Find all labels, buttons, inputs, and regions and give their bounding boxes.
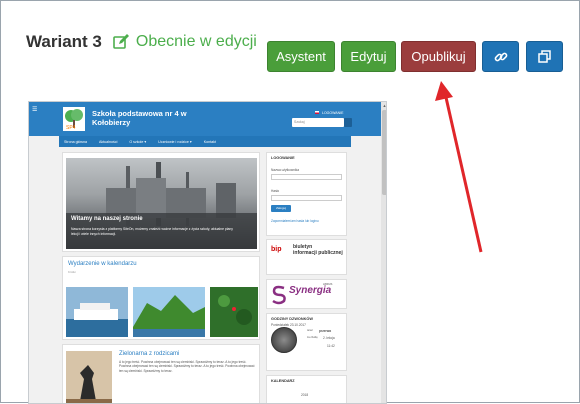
chess-image	[66, 351, 112, 403]
site-header: ☰ SP4 Szkoła podstawowa nr 4 w Kołobierz…	[29, 102, 381, 136]
bell-panel-title: GODZINY DZWONKÓW	[271, 317, 313, 321]
nav-item[interactable]: Strona główna	[64, 140, 87, 144]
annotation-arrow-icon	[435, 81, 483, 253]
scroll-up-arrow-icon[interactable]: ▲	[382, 103, 386, 108]
island-image	[133, 287, 205, 337]
news-text: A to jego treść. Powinna obejmować ten s…	[119, 360, 255, 373]
news-panel: Zielonarna z rodzicami A to jego treść. …	[62, 344, 260, 403]
nav-item[interactable]: Kontakt	[204, 140, 216, 144]
calendar-year: 2018	[301, 393, 309, 397]
publish-button-label: Opublikuj	[411, 49, 466, 64]
bip-text: biuletyn informacji publicznej	[293, 244, 343, 256]
bell-lesson-label: za chwilę	[307, 336, 318, 339]
bell-now: przerwa	[319, 329, 332, 333]
scroll-thumb[interactable]	[382, 110, 386, 195]
hero-text: Nasza strona korzysta z platformy SiteOn…	[71, 227, 233, 236]
school-logo-tree-icon: SP4	[63, 107, 85, 131]
forgot-password-link[interactable]: Zapomniałem/am hasła lub loginu	[271, 219, 319, 223]
calendar-event-title[interactable]: Wydarzenie w kalendarzu	[68, 261, 137, 267]
login-link[interactable]: LOGOWANIE	[322, 111, 343, 115]
calendar-panel-title: KALENDARZ	[271, 379, 295, 383]
nav-item[interactable]: Aktualności	[99, 140, 117, 144]
bip-text-line2: informacji publicznej	[293, 250, 343, 256]
hero-panel: Witamy na naszej stronie Nasza strona ko…	[62, 152, 260, 252]
site-search-input[interactable]: Szukaj	[292, 118, 344, 127]
username-label: Nazwa użytkownika	[271, 168, 299, 172]
bell-date: Poniedziałek 23.10.2017	[271, 323, 306, 327]
bell-now-label: teraz	[307, 329, 313, 332]
edit-button-label: Edytuj	[350, 49, 387, 64]
edit-button[interactable]: Edytuj	[341, 41, 396, 72]
login-panel: LOGOWANIE Nazwa użytkownika Hasło Zalogu…	[266, 152, 347, 236]
nav-item[interactable]: O szkole ▾	[129, 140, 146, 144]
edit-icon	[113, 34, 129, 49]
svg-text:SP4: SP4	[66, 125, 76, 131]
synergia-logo-icon	[272, 285, 286, 305]
preview-scrollbar[interactable]: ▲	[381, 102, 386, 403]
hero-image: Witamy na naszej stronie Nasza strona ko…	[66, 158, 257, 249]
login-button[interactable]: Zaloguj	[271, 205, 291, 212]
map-image	[210, 287, 258, 337]
news-title[interactable]: Zielonarna z rodzicami	[119, 351, 179, 357]
editor-frame: Wariant 3 Obecnie w edycji Asystent Edyt…	[0, 0, 580, 404]
status-text: Obecnie w edycji	[135, 33, 257, 50]
assistant-button[interactable]: Asystent	[267, 41, 335, 72]
search-icon[interactable]	[344, 118, 352, 127]
website-preview[interactable]: ☰ SP4 Szkoła podstawowa nr 4 w Kołobierz…	[28, 101, 387, 404]
calendar-event-panel: Wydarzenie w kalendarzu Krótki	[62, 256, 260, 340]
variant-title: Wariant 3	[26, 32, 102, 51]
link-icon	[494, 52, 507, 61]
synergia-text: Synergia	[289, 285, 332, 296]
menu-icon[interactable]: ☰	[32, 106, 37, 113]
calendar-panel: KALENDARZ 2018	[266, 375, 347, 403]
status-indicator: Obecnie w edycji	[113, 33, 257, 51]
bell-time: 11:42	[327, 344, 335, 348]
password-label: Hasło	[271, 189, 280, 193]
bip-logo-icon: bip	[271, 246, 282, 253]
bell-lesson: 2. lekcja	[323, 336, 335, 340]
bip-banner[interactable]: bip biuletyn informacji publicznej	[266, 239, 347, 275]
site-nav: Strona główna Aktualności O szkole ▾ Ucz…	[59, 136, 351, 147]
copy-icon	[538, 50, 551, 63]
password-input[interactable]	[271, 195, 342, 201]
copy-button[interactable]	[526, 41, 563, 72]
clock-icon	[271, 327, 297, 353]
flag-pl-icon[interactable]	[315, 111, 319, 114]
nav-item[interactable]: Uczniowie i rodzice ▾	[158, 140, 192, 144]
bell-panel: GODZINY DZWONKÓW Poniedziałek 23.10.2017…	[266, 313, 347, 371]
username-input[interactable]	[271, 174, 342, 180]
hero-title: Witamy na naszej stronie	[71, 216, 143, 222]
assistant-button-label: Asystent	[276, 49, 326, 64]
calendar-event-sub: Krótki	[68, 270, 76, 274]
login-panel-title: LOGOWANIE	[271, 156, 295, 160]
publish-button[interactable]: Opublikuj	[401, 41, 476, 72]
link-button[interactable]	[482, 41, 519, 72]
ship-image	[66, 287, 128, 337]
header: Wariant 3 Obecnie w edycji	[26, 31, 257, 53]
synergia-banner[interactable]: LIBRUS Synergia	[266, 279, 347, 309]
site-title: Szkoła podstawowa nr 4 w Kołobierzy	[92, 109, 187, 127]
